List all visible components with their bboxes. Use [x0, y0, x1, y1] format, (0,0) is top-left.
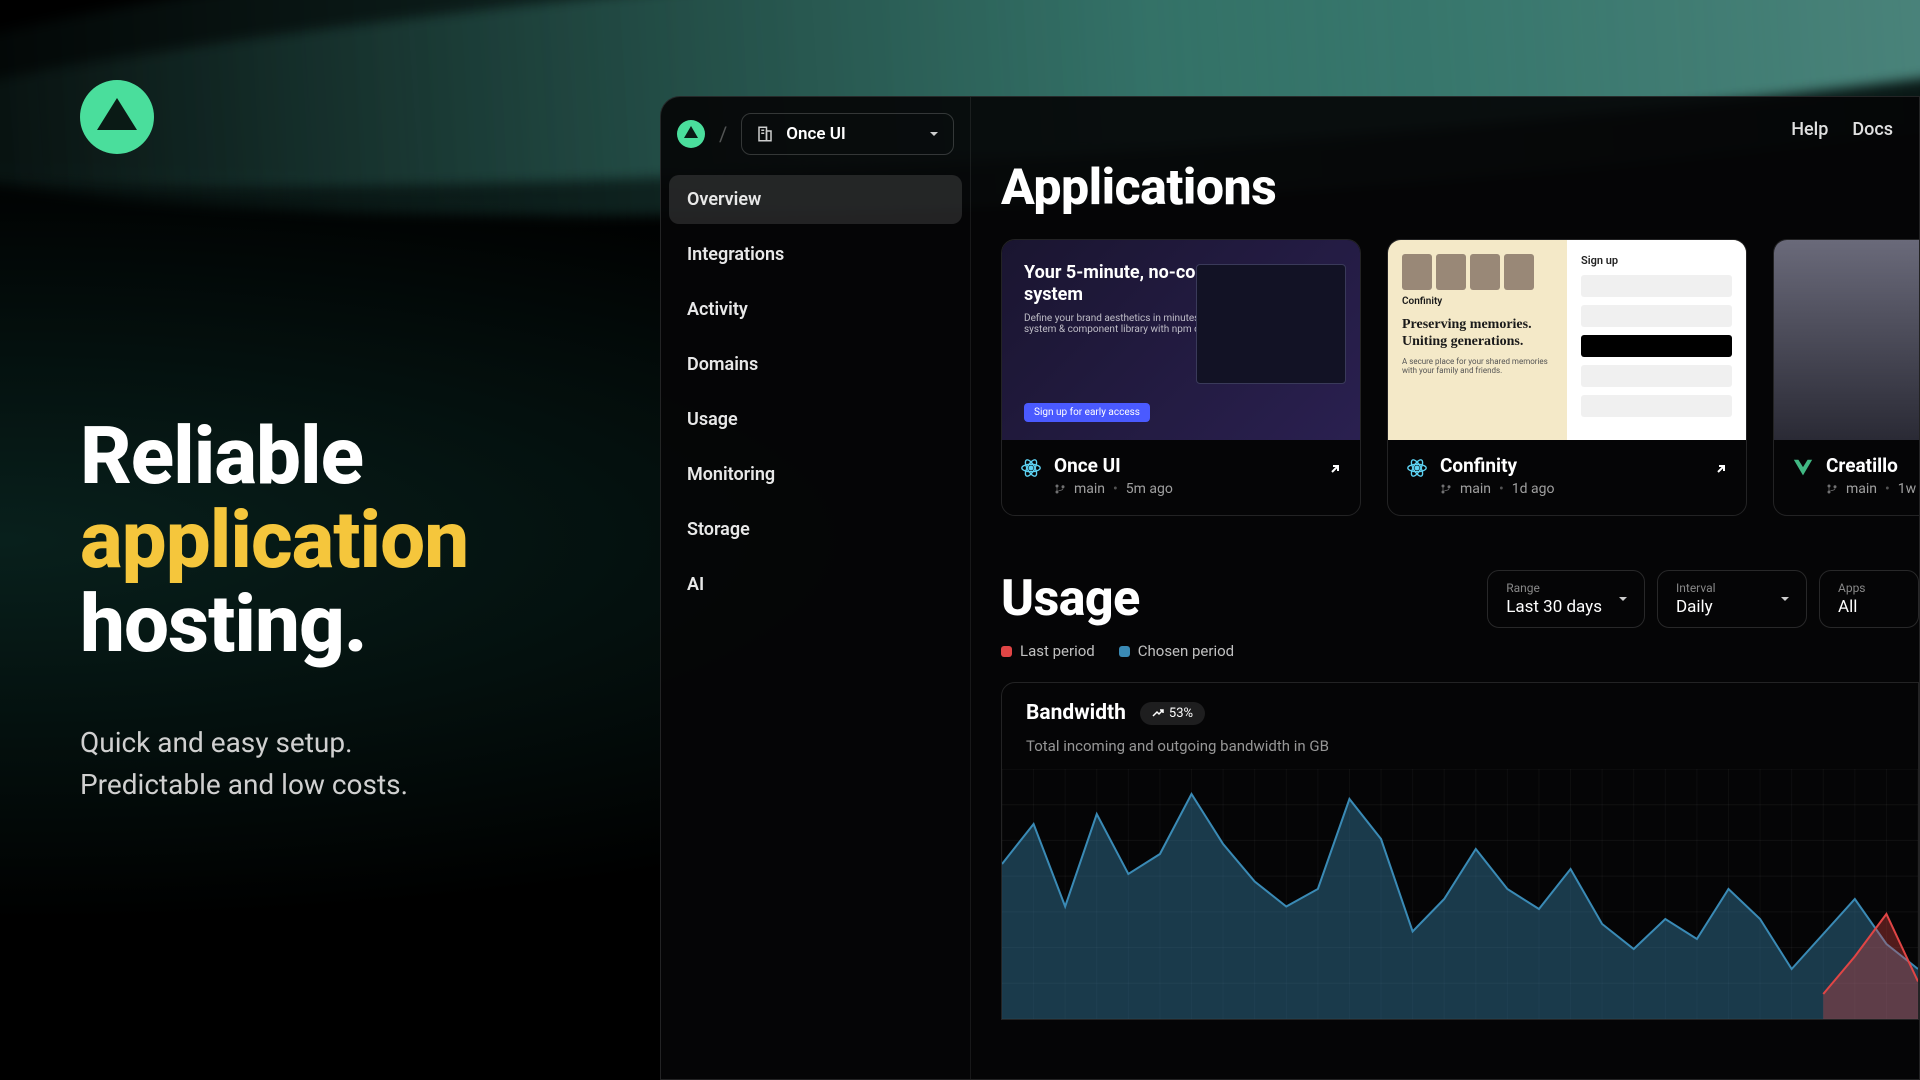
- breadcrumb-separator: /: [719, 122, 727, 146]
- app-name: Creatillo: [1826, 454, 1916, 477]
- apps-label: Apps: [1838, 581, 1876, 595]
- app-time: 1w: [1898, 481, 1916, 497]
- git-branch-icon: [1826, 483, 1838, 495]
- sidebar: / Once UI Overview Integrations Activity…: [661, 97, 971, 1079]
- app-thumbnail: Confinity Preserving memories. Uniting g…: [1388, 240, 1746, 440]
- interval-select[interactable]: Interval Daily: [1657, 570, 1807, 628]
- nav-storage[interactable]: Storage: [669, 505, 962, 554]
- workspace-selector[interactable]: Once UI: [741, 113, 954, 155]
- bandwidth-chart-panel: Bandwidth 53% Total incoming and outgoin…: [1001, 682, 1919, 1020]
- vue-icon: [1792, 457, 1814, 479]
- chevron-down-icon: [929, 129, 939, 139]
- app-card-confinity[interactable]: Confinity Preserving memories. Uniting g…: [1387, 239, 1747, 516]
- nav-ai[interactable]: AI: [669, 560, 962, 609]
- chart-legend: Last period Chosen period: [1001, 642, 1919, 660]
- app-thumbnail: Proxima b Journal of the Universe: [1774, 240, 1919, 440]
- range-select[interactable]: Range Last 30 days: [1487, 570, 1645, 628]
- range-value: Last 30 days: [1506, 597, 1602, 617]
- nav-overview[interactable]: Overview: [669, 175, 962, 224]
- react-icon: [1020, 457, 1042, 479]
- chevron-down-icon: [1780, 594, 1790, 604]
- react-icon: [1406, 457, 1428, 479]
- interval-label: Interval: [1676, 581, 1764, 595]
- app-branch: main: [1846, 481, 1877, 497]
- docs-link[interactable]: Docs: [1852, 119, 1893, 140]
- building-icon: [756, 125, 774, 143]
- nav-domains[interactable]: Domains: [669, 340, 962, 389]
- chevron-down-icon: [1618, 594, 1628, 604]
- usage-title: Usage: [1001, 570, 1475, 628]
- app-branch: main: [1074, 481, 1105, 497]
- bandwidth-chart: [1002, 769, 1918, 1019]
- help-link[interactable]: Help: [1791, 119, 1828, 140]
- git-branch-icon: [1054, 483, 1066, 495]
- workspace-name: Once UI: [786, 124, 846, 144]
- hero-title: Reliable application hosting.: [80, 414, 660, 666]
- legend-swatch-chosen: [1119, 646, 1130, 657]
- bandwidth-subtitle: Total incoming and outgoing bandwidth in…: [1002, 737, 1918, 769]
- hero-title-line1: Reliable: [80, 409, 363, 503]
- trend-badge: 53%: [1140, 702, 1205, 725]
- hero-title-accent: application: [80, 493, 468, 587]
- apps-value: All: [1838, 597, 1876, 617]
- app-card-onceui[interactable]: Your 5-minute, no-code React design syst…: [1001, 239, 1361, 516]
- app-name: Confinity: [1440, 454, 1554, 477]
- git-branch-icon: [1440, 483, 1452, 495]
- bandwidth-title: Bandwidth: [1026, 701, 1126, 725]
- app-branch: main: [1460, 481, 1491, 497]
- external-link-icon: [1328, 462, 1342, 476]
- hero-title-line3: hosting.: [80, 577, 367, 671]
- applications-title: Applications: [1001, 159, 1919, 217]
- applications-list: Your 5-minute, no-code React design syst…: [1001, 239, 1919, 516]
- app-thumbnail: Your 5-minute, no-code React design syst…: [1002, 240, 1360, 440]
- app-time: 1d ago: [1512, 481, 1555, 497]
- brand-logo: [80, 80, 154, 154]
- brand-logo-small[interactable]: [677, 120, 705, 148]
- nav-activity[interactable]: Activity: [669, 285, 962, 334]
- app-time: 5m ago: [1126, 481, 1173, 497]
- range-label: Range: [1506, 581, 1602, 595]
- nav-integrations[interactable]: Integrations: [669, 230, 962, 279]
- app-card-creatillo[interactable]: Proxima b Journal of the Universe Creati…: [1773, 239, 1919, 516]
- legend-swatch-last: [1001, 646, 1012, 657]
- trend-up-icon: [1152, 707, 1164, 719]
- external-link-icon: [1714, 462, 1728, 476]
- dashboard-panel: Help Docs / Once UI Overview Integration…: [660, 96, 1920, 1080]
- nav-monitoring[interactable]: Monitoring: [669, 450, 962, 499]
- apps-select[interactable]: Apps All: [1819, 570, 1919, 628]
- nav-usage[interactable]: Usage: [669, 395, 962, 444]
- app-name: Once UI: [1054, 454, 1173, 477]
- interval-value: Daily: [1676, 597, 1764, 617]
- hero-subtitle: Quick and easy setup. Predictable and lo…: [80, 722, 660, 806]
